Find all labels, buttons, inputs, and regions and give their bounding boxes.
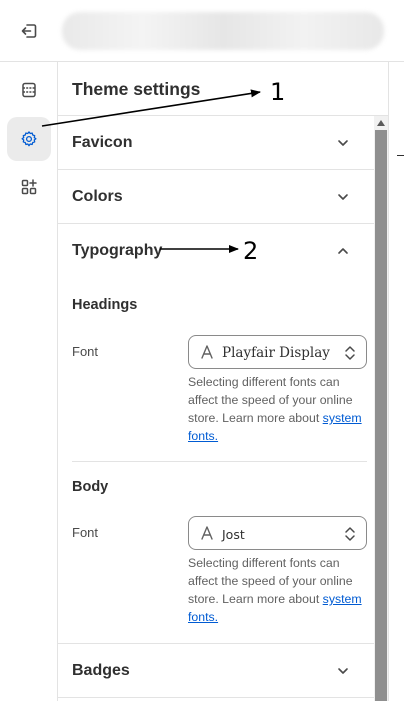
chevron-down-icon	[338, 668, 348, 674]
sections-icon	[22, 82, 36, 98]
rail-sections-button[interactable]	[7, 68, 51, 112]
headings-subtitle: Headings	[72, 297, 138, 313]
body-font-picker[interactable]: Jost	[188, 516, 367, 550]
typography-divider	[72, 461, 367, 462]
annotation-label-2: 2	[243, 237, 259, 265]
preview-edge	[388, 62, 404, 701]
rail-apps-button[interactable]	[7, 165, 51, 209]
scrollbar-thumb[interactable]	[375, 130, 387, 701]
section-colors: Colors	[58, 170, 374, 224]
font-icon	[201, 345, 213, 359]
section-badges-header[interactable]: Badges	[58, 644, 374, 697]
section-colors-header[interactable]: Colors	[58, 170, 374, 223]
chevron-down-icon	[338, 194, 348, 200]
chevron-up-icon	[338, 248, 348, 254]
blurred-store-title	[62, 12, 384, 50]
body-font-label: Font	[72, 525, 99, 540]
section-typography: Typography Headings Font Playfair Displa…	[58, 224, 374, 644]
body-font-value: Jost	[222, 527, 245, 542]
font-icon	[201, 526, 213, 540]
section-favicon-header[interactable]: Favicon	[58, 116, 374, 169]
section-badges: Badges	[58, 644, 374, 698]
headings-font-picker[interactable]: Playfair Display	[188, 335, 367, 369]
body-help-text: Selecting different fonts can affect the…	[188, 554, 370, 626]
exit-button[interactable]	[14, 16, 44, 46]
scroll-up-button[interactable]	[374, 116, 388, 130]
annotation-label-1: 1	[270, 78, 286, 106]
section-badges-label: Badges	[72, 662, 130, 679]
panel-title: Theme settings	[72, 79, 201, 99]
body-subtitle: Body	[72, 479, 109, 495]
select-arrows-icon	[345, 527, 355, 541]
chevron-down-icon	[338, 140, 348, 146]
headings-font-value: Playfair Display	[222, 345, 330, 361]
select-arrows-icon	[345, 346, 355, 360]
apps-add-icon	[21, 179, 37, 195]
rail-theme-settings-button[interactable]	[7, 117, 51, 161]
left-rail	[0, 62, 58, 701]
section-typography-label: Typography	[72, 242, 163, 259]
headings-help-text: Selecting different fonts can affect the…	[188, 373, 370, 445]
section-favicon: Favicon	[58, 116, 374, 170]
headings-font-label: Font	[72, 344, 99, 359]
section-favicon-label: Favicon	[72, 134, 133, 151]
triangle-up-icon	[377, 120, 385, 126]
top-bar	[0, 0, 404, 62]
section-colors-label: Colors	[72, 188, 123, 205]
gear-icon	[21, 131, 37, 147]
exit-icon	[21, 24, 37, 38]
theme-settings-panel: Theme settings Favicon Colors Typography…	[58, 62, 388, 701]
preview-edge-mark	[397, 155, 404, 156]
section-typography-header[interactable]: Typography	[58, 224, 374, 277]
